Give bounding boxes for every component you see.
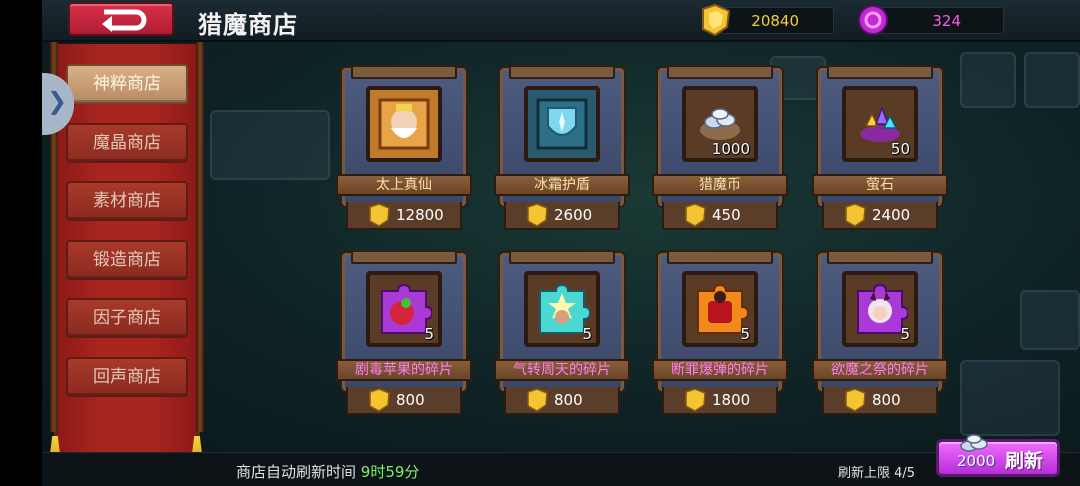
refresh-label: 刷新	[1005, 450, 1044, 472]
refresh-button[interactable]: 2000 刷新	[936, 434, 1060, 477]
gold-currency-display: 20840	[702, 3, 834, 37]
game-screen: 猎魔商店 20840 324 神粹商店 魔晶商店 素材商店 锻造商店 因子商店 …	[0, 0, 1080, 486]
refresh-limit-counter: 刷新上限 4/5	[838, 466, 916, 481]
purple-orb-icon	[858, 5, 888, 35]
auto-refresh-info: 商店自动刷新时间 9时59分	[236, 461, 419, 482]
gold-crystal-icon	[845, 203, 866, 227]
tab-huisheng-shop[interactable]: 回声商店	[66, 357, 188, 397]
item-price-bar: 2600	[504, 202, 620, 230]
item-icon-frame: 1000	[682, 86, 758, 162]
item-price: 2400	[872, 206, 911, 224]
background-tile	[210, 110, 330, 180]
item-quantity: 5	[424, 325, 434, 343]
background-tile	[960, 52, 1016, 108]
refresh-cost: 2000	[957, 452, 996, 470]
shop-item-card[interactable]: 5 欲魔之祭的碎片 800	[812, 250, 948, 415]
shop-item-card[interactable]: 冰霜护盾 2600	[494, 65, 630, 230]
letterbox-bar	[0, 0, 42, 486]
item-quantity: 5	[900, 325, 910, 343]
gem-currency-display: 324	[858, 5, 1004, 35]
shop-item-card[interactable]: 太上真仙 12800	[336, 65, 472, 230]
item-quantity: 5	[582, 325, 592, 343]
item-icon-frame: 5	[366, 271, 442, 347]
gold-amount: 20840	[751, 12, 799, 30]
item-price: 12800	[396, 206, 444, 224]
item-price: 1800	[712, 391, 751, 409]
gold-crystal-icon	[685, 203, 706, 227]
item-icon-frame: 5	[524, 271, 600, 347]
item-price: 800	[872, 391, 901, 409]
item-icon-frame: 5	[842, 271, 918, 347]
item-price-bar: 12800	[346, 202, 462, 230]
item-price: 800	[554, 391, 583, 409]
return-arrow-icon	[102, 9, 147, 32]
item-price: 800	[396, 391, 425, 409]
item-name: 猎魔币	[652, 174, 788, 196]
page-title: 猎魔商店	[198, 11, 298, 39]
item-price-bar: 800	[822, 387, 938, 415]
tab-sucai-shop[interactable]: 素材商店	[66, 181, 188, 221]
tab-mojing-shop[interactable]: 魔晶商店	[66, 123, 188, 163]
gold-crystal-icon	[685, 388, 706, 412]
item-name: 太上真仙	[336, 174, 472, 196]
chevron-right-icon: ❯	[47, 87, 68, 115]
gold-crystal-icon	[527, 203, 548, 227]
item-price-bar: 1800	[662, 387, 778, 415]
item-name: 剧毒苹果的碎片	[336, 359, 472, 381]
sage-portrait-icon	[378, 98, 430, 150]
item-price-bar: 800	[346, 387, 462, 415]
item-price-bar: 2400	[822, 202, 938, 230]
item-name: 气转周天的碎片	[494, 359, 630, 381]
silver-coin-pile-icon	[960, 434, 988, 452]
gold-crystal-icon	[369, 388, 390, 412]
top-bar: 猎魔商店 20840 324	[42, 0, 1080, 42]
item-name: 冰霜护盾	[494, 174, 630, 196]
shop-item-card[interactable]: 5 断罪爆弹的碎片 1800	[652, 250, 788, 415]
auto-refresh-label: 商店自动刷新时间	[236, 463, 357, 481]
item-price: 2600	[554, 206, 593, 224]
shop-item-card[interactable]: 5 剧毒苹果的碎片 800	[336, 250, 472, 415]
item-icon-frame	[524, 86, 600, 162]
item-name: 萤石	[812, 174, 948, 196]
background-tile	[1020, 290, 1080, 350]
item-icon-frame: 5	[682, 271, 758, 347]
item-icon-frame	[366, 86, 442, 162]
auto-refresh-countdown: 9时59分	[360, 463, 420, 481]
shop-category-sidebar: 神粹商店 魔晶商店 素材商店 锻造商店 因子商店 回声商店	[54, 44, 200, 462]
gold-crystal-icon	[369, 203, 390, 227]
gold-crystal-icon	[845, 388, 866, 412]
gem-amount: 324	[932, 12, 961, 30]
item-icon-frame: 50	[842, 86, 918, 162]
background-tile	[960, 360, 1060, 436]
tab-duanzao-shop[interactable]: 锻造商店	[66, 240, 188, 280]
frost-shield-icon	[536, 98, 588, 150]
banner-rod	[196, 40, 204, 432]
shop-item-card[interactable]: 5 气转周天的碎片 800	[494, 250, 630, 415]
bottom-bar: 商店自动刷新时间 9时59分 刷新上限 4/5	[42, 452, 1080, 486]
shop-item-card[interactable]: 50 萤石 2400	[812, 65, 948, 230]
item-name: 断罪爆弹的碎片	[652, 359, 788, 381]
item-price: 450	[712, 206, 741, 224]
gold-crystal-icon	[527, 388, 548, 412]
gold-crystal-icon	[702, 3, 731, 37]
tab-shenfu-shop[interactable]: 神粹商店	[66, 64, 188, 104]
tab-yinzi-shop[interactable]: 因子商店	[66, 298, 188, 338]
item-price-bar: 450	[662, 202, 778, 230]
background-tile	[1024, 52, 1080, 108]
item-quantity: 1000	[711, 140, 750, 158]
back-button[interactable]	[68, 2, 174, 36]
item-name: 欲魔之祭的碎片	[812, 359, 948, 381]
item-quantity: 50	[890, 140, 910, 158]
item-quantity: 5	[740, 325, 750, 343]
item-price-bar: 800	[504, 387, 620, 415]
shop-item-card[interactable]: 1000 猎魔币 450	[652, 65, 788, 230]
